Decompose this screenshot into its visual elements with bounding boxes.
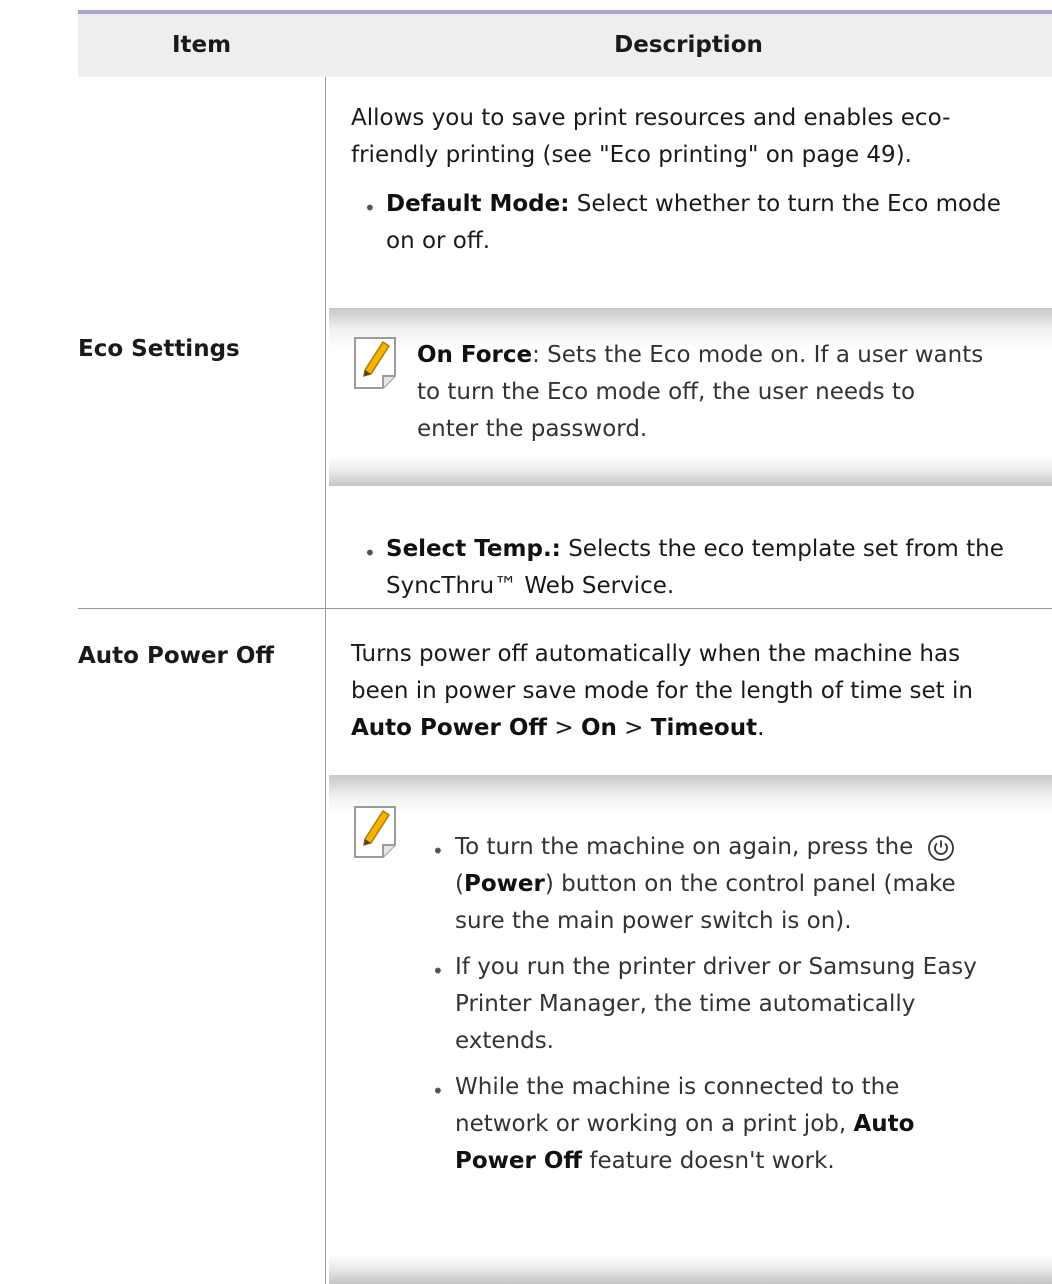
note-driver-line-3: extends.	[455, 1028, 554, 1054]
row-label-auto-power-off: Auto Power Off	[78, 643, 275, 669]
note-power-line-1: To turn the machine on again, press the	[455, 829, 955, 866]
network-note-text: network or working on a print job,	[455, 1111, 854, 1137]
paren-open: (	[455, 871, 464, 897]
row-divider	[78, 608, 1052, 609]
header-item: Item	[171, 32, 232, 58]
header-description: Description	[614, 32, 763, 58]
bullet: •	[432, 839, 444, 863]
auto-power-menu-path: Auto Power Off > On > Timeout.	[351, 710, 764, 747]
note-network-line-2: network or working on a print job, Auto	[455, 1106, 914, 1143]
column-divider	[325, 77, 326, 1284]
path-separator: >	[547, 715, 581, 741]
on-force-text: : Sets the Eco mode on. If a user wants	[532, 342, 984, 368]
note-driver-line-2: Printer Manager, the time automatically	[455, 991, 916, 1017]
note-box-auto-power: • To turn the machine on again, press th…	[329, 775, 1052, 1284]
select-temp-text: Selects the eco template set from the	[568, 536, 1004, 562]
power-icon	[927, 834, 954, 861]
period: .	[757, 715, 765, 741]
note-on-force-line-1: On Force: Sets the Eco mode on. If a use…	[417, 337, 983, 374]
select-temp-line-2: SyncThru™ Web Service.	[386, 573, 675, 599]
default-mode-line-2: on or off.	[386, 228, 491, 254]
eco-intro-line-1: Allows you to save print resources and e…	[351, 105, 951, 131]
menu-on: On	[580, 715, 617, 741]
note-box-on-force: On Force: Sets the Eco mode on. If a use…	[329, 308, 1052, 486]
row-label-eco-settings: Eco Settings	[78, 336, 240, 362]
manual-page: Item Description Eco Settings Allows you…	[0, 0, 1052, 1284]
default-mode-label: Default Mode:	[386, 191, 570, 217]
note-driver-line-1: If you run the printer driver or Samsung…	[455, 954, 977, 980]
menu-auto-power-off: Auto Power Off	[351, 715, 548, 741]
select-temp-line-1: Select Temp.: Selects the eco template s…	[386, 531, 1004, 568]
default-mode-text: Select whether to turn the Eco mode	[576, 191, 1001, 217]
note-on-force-line-2: to turn the Eco mode off, the user needs…	[417, 379, 916, 405]
path-separator: >	[616, 715, 651, 741]
eco-intro-line-2: friendly printing (see "Eco printing" on…	[351, 142, 912, 168]
table-header: Item Description	[78, 14, 1052, 77]
note-power-line-3: sure the main power switch is on).	[455, 908, 852, 934]
on-force-label: On Force	[417, 342, 533, 368]
power-note-text: ) button on the control panel (make	[544, 871, 956, 897]
select-temp-label: Select Temp.:	[386, 536, 561, 562]
bullet: •	[364, 196, 376, 220]
note-pencil-icon	[354, 806, 396, 858]
auto-word: Auto	[853, 1111, 915, 1137]
bullet: •	[364, 541, 376, 565]
power-note-text: To turn the machine on again, press the	[455, 834, 914, 860]
default-mode-line-1: Default Mode: Select whether to turn the…	[386, 186, 1001, 223]
note-network-line-3: Power Off feature doesn't work.	[455, 1143, 835, 1180]
auto-power-desc-line-2: been in power save mode for the length o…	[351, 678, 973, 704]
power-button-label: Power	[463, 871, 545, 897]
auto-power-desc-line-1: Turns power off automatically when the m…	[351, 641, 961, 667]
bullet: •	[432, 959, 444, 983]
note-power-line-2: (Power) button on the control panel (mak…	[455, 866, 956, 903]
bullet: •	[432, 1079, 444, 1103]
note-network-line-1: While the machine is connected to the	[455, 1074, 900, 1100]
note-pencil-icon	[354, 337, 396, 389]
power-off-word: Power Off	[455, 1148, 583, 1174]
network-note-text: feature doesn't work.	[582, 1148, 835, 1174]
note-on-force-line-3: enter the password.	[417, 416, 648, 442]
menu-timeout: Timeout	[650, 715, 758, 741]
